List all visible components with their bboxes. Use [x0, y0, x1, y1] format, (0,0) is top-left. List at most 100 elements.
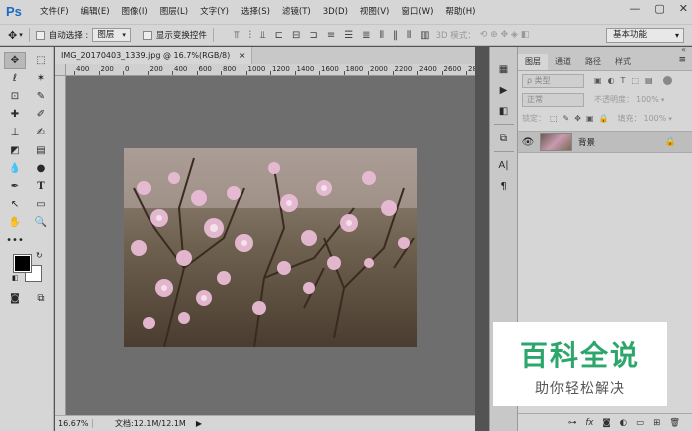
actions-panel-icon[interactable]: ▶ [493, 81, 515, 99]
menu-view[interactable]: 视图(V) [354, 0, 395, 24]
swap-colors-icon[interactable]: ↻ [36, 251, 43, 260]
close-button[interactable]: ✕ [679, 2, 688, 15]
fill-value[interactable]: 100% [643, 114, 666, 123]
more-tools-icon[interactable]: ••• [4, 232, 26, 249]
path-selection-tool-icon[interactable]: ↖ [4, 196, 26, 213]
magic-wand-tool-icon[interactable]: ✶ [30, 70, 52, 87]
distribute-bottom-icon[interactable]: ≣ [362, 30, 370, 41]
brush-tool-icon[interactable]: ✐ [30, 106, 52, 123]
menu-file[interactable]: 文件(F) [34, 0, 75, 24]
vertical-ruler[interactable] [55, 76, 66, 415]
quick-mask-icon[interactable]: ◙ [4, 290, 26, 307]
lasso-tool-icon[interactable]: ℓ [4, 70, 26, 87]
minimize-button[interactable]: — [629, 2, 640, 15]
menu-image[interactable]: 图像(I) [116, 0, 154, 24]
align-bottom-icon[interactable]: ⫫ [260, 30, 266, 41]
menu-type[interactable]: 文字(Y) [194, 0, 235, 24]
layer-name[interactable]: 背景 [578, 136, 595, 148]
new-layer-icon[interactable]: ⊞ [653, 418, 660, 428]
menu-select[interactable]: 选择(S) [235, 0, 276, 24]
collapse-icon[interactable]: « [681, 45, 686, 54]
pen-tool-icon[interactable]: ✒ [4, 178, 26, 195]
filter-toggle[interactable] [662, 76, 672, 85]
properties-panel-icon[interactable]: ◧ [493, 102, 515, 120]
gradient-tool-icon[interactable]: ▤ [30, 142, 52, 159]
menu-edit[interactable]: 编辑(E) [75, 0, 116, 24]
distribute-hcenter-icon[interactable]: ‖ [393, 30, 398, 41]
blur-tool-icon[interactable]: 💧 [4, 160, 26, 177]
document-tab[interactable]: IMG_20170403_1339.jpg @ 16.7%(RGB/8) × [55, 47, 253, 64]
chevron-down-icon[interactable]: ▾ [668, 115, 672, 123]
hand-tool-icon[interactable]: ✋ [4, 214, 26, 231]
chevron-down-icon[interactable]: ▾ [661, 96, 665, 104]
distribute-vcenter-icon[interactable]: ☰ [344, 30, 353, 41]
layer-row[interactable]: 👁 背景 🔒 [518, 131, 692, 153]
marquee-tool-icon[interactable]: ⬚ [30, 52, 52, 69]
move-tool-icon[interactable]: ✥ [4, 51, 26, 69]
zoom-tool-icon[interactable]: 🔍 [30, 214, 52, 231]
foreground-color-swatch[interactable] [13, 254, 32, 273]
auto-select-option[interactable]: 自动选择 : [35, 29, 88, 41]
show-transform-checkbox[interactable] [142, 30, 152, 40]
filter-smart-object-icon[interactable]: ▤ [645, 76, 653, 85]
healing-brush-tool-icon[interactable]: ✚ [4, 106, 26, 123]
menu-filter[interactable]: 滤镜(T) [276, 0, 317, 24]
align-vcenter-icon[interactable]: ⫶ [249, 30, 252, 41]
auto-select-target-select[interactable]: 图层 ▾ [92, 28, 131, 42]
filter-adjustment-icon[interactable]: ◐ [608, 76, 615, 85]
panel-menu-icon[interactable]: ≡ [678, 55, 686, 65]
tab-paths[interactable]: 路径 [578, 54, 608, 70]
filter-type-icon[interactable]: T [621, 76, 626, 85]
rectangle-tool-icon[interactable]: ▭ [30, 196, 52, 213]
opacity-value[interactable]: 100% [636, 95, 659, 104]
tab-channels[interactable]: 通道 [548, 54, 578, 70]
paragraph-panel-icon[interactable]: ¶ [493, 177, 515, 195]
menu-3d[interactable]: 3D(D) [317, 0, 354, 24]
chevron-down-icon[interactable]: ▾ [19, 31, 23, 39]
clone-stamp-tool-icon[interactable]: ⊥ [4, 124, 26, 141]
menu-window[interactable]: 窗口(W) [395, 0, 439, 24]
status-menu-icon[interactable]: ▶ [196, 419, 202, 428]
align-right-icon[interactable]: ⊐ [309, 30, 317, 41]
info-panel-icon[interactable]: ⧉ [493, 129, 515, 147]
fx-icon[interactable]: fx [585, 418, 593, 428]
auto-select-checkbox[interactable] [35, 30, 45, 40]
character-panel-icon[interactable]: A| [493, 156, 515, 174]
add-mask-icon[interactable]: ◙ [602, 418, 610, 428]
canvas-area[interactable] [66, 76, 475, 415]
visibility-eye-icon[interactable]: 👁 [518, 137, 538, 148]
filter-kind-select[interactable]: ρ 类型 [522, 73, 584, 88]
crop-tool-icon[interactable]: ⊡ [4, 88, 26, 105]
restore-button[interactable]: ▢ [654, 2, 664, 15]
menu-layer[interactable]: 图层(L) [154, 0, 194, 24]
link-layers-icon[interactable]: ⊶ [568, 418, 577, 428]
tab-styles[interactable]: 样式 [608, 54, 638, 70]
align-left-icon[interactable]: ⊏ [275, 30, 283, 41]
horizontal-ruler[interactable]: 400 200 0 200 400 600 800 1000 1200 1400 1600 1800 2… [66, 64, 475, 76]
type-tool-icon[interactable]: T [30, 178, 52, 195]
tab-layers[interactable]: 图层 [518, 54, 548, 70]
new-group-icon[interactable]: ▭ [636, 418, 644, 428]
dodge-tool-icon[interactable]: ● [30, 160, 52, 177]
default-colors-icon[interactable]: ◧ [12, 274, 19, 282]
trash-icon[interactable]: 🗑 [669, 418, 680, 428]
distribute-right-icon[interactable]: ⫴ [407, 30, 411, 41]
distribute-top-icon[interactable]: ≡ [327, 30, 335, 41]
lock-icons[interactable]: ⬚✎✥▣🔒 [550, 114, 613, 123]
show-transform-option[interactable]: 显示变换控件 [142, 29, 207, 41]
auto-align-icon[interactable]: ▥ [420, 30, 429, 41]
ruler-origin[interactable] [55, 64, 66, 76]
align-top-icon[interactable]: ⫪ [234, 30, 240, 41]
distribute-left-icon[interactable]: ⦀ [380, 30, 384, 41]
history-brush-tool-icon[interactable]: ✍ [30, 124, 52, 141]
move-tool-preset-icon[interactable]: ✥ [8, 29, 17, 42]
adjustment-layer-icon[interactable]: ◐ [620, 418, 627, 428]
filter-pixel-icon[interactable]: ▣ [594, 76, 602, 85]
workspace-select[interactable]: 基本功能 [606, 28, 684, 43]
close-tab-icon[interactable]: × [239, 51, 246, 60]
eyedropper-tool-icon[interactable]: ✎ [30, 88, 52, 105]
filter-shape-icon[interactable]: ⬚ [631, 76, 639, 85]
menu-help[interactable]: 帮助(H) [439, 0, 481, 24]
blend-mode-select[interactable]: 正常 [522, 92, 584, 107]
screen-mode-icon[interactable]: ⧉ [30, 290, 52, 307]
